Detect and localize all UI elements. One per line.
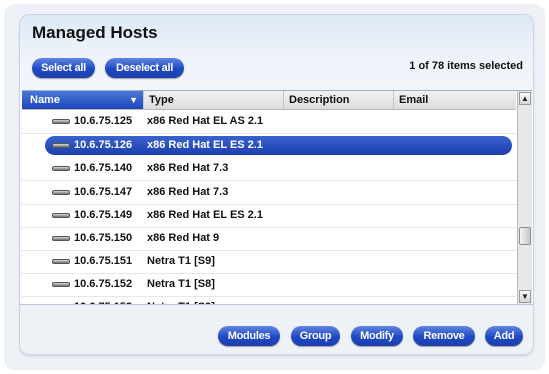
table-header: Name ▼ Type Description Email bbox=[22, 91, 516, 110]
managed-hosts-panel: Managed Hosts Select all Deselect all 1 … bbox=[20, 15, 533, 354]
host-name: 10.6.75.149 bbox=[74, 209, 133, 221]
table-row[interactable]: 10.6.75.147 x86 Red Hat 7.3 bbox=[22, 181, 516, 205]
host-type: Netra T1 [S9] bbox=[147, 296, 215, 304]
table-row-selected[interactable]: 10.6.75.126 x86 Red Hat EL ES 2.1 bbox=[22, 134, 516, 157]
host-icon bbox=[52, 119, 70, 124]
table-body: 10.6.75.125 x86 Red Hat EL AS 2.1 10.6.7… bbox=[22, 110, 516, 304]
host-icon bbox=[52, 213, 70, 218]
host-type: x86 Red Hat EL ES 2.1 bbox=[147, 139, 263, 151]
host-icon bbox=[52, 166, 70, 171]
host-type: x86 Red Hat EL AS 2.1 bbox=[147, 115, 264, 127]
table-row[interactable]: 10.6.75.125 x86 Red Hat EL AS 2.1 bbox=[22, 110, 516, 134]
page-title: Managed Hosts bbox=[32, 23, 158, 42]
host-name: 10.6.75.151 bbox=[74, 255, 133, 267]
hosts-table: Name ▼ Type Description Email 10.6.75.12… bbox=[22, 90, 532, 304]
group-button[interactable]: Group bbox=[291, 326, 340, 346]
host-name: 10.6.75.140 bbox=[74, 162, 133, 174]
host-type: x86 Red Hat 7.3 bbox=[147, 186, 229, 198]
column-header-type[interactable]: Type bbox=[144, 91, 284, 109]
column-header-name-label: Name bbox=[30, 94, 60, 106]
table-row[interactable]: 10.6.75.140 x86 Red Hat 7.3 bbox=[22, 157, 516, 181]
table-row[interactable]: 10.6.75.151 Netra T1 [S9] bbox=[22, 250, 516, 274]
table-row[interactable]: 10.6.75.153 Netra T1 [S9] bbox=[22, 296, 516, 304]
host-icon bbox=[52, 236, 70, 241]
modify-button[interactable]: Modify bbox=[351, 326, 403, 346]
host-name: 10.6.75.152 bbox=[74, 278, 133, 290]
column-header-description[interactable]: Description bbox=[284, 91, 394, 109]
modules-button[interactable]: Modules bbox=[218, 326, 280, 346]
table-row[interactable]: 10.6.75.149 x86 Red Hat EL ES 2.1 bbox=[22, 204, 516, 228]
window-background: Managed Hosts Select all Deselect all 1 … bbox=[4, 4, 545, 370]
host-name: 10.6.75.153 bbox=[74, 296, 132, 304]
host-type: x86 Red Hat 7.3 bbox=[147, 162, 229, 174]
host-icon bbox=[52, 282, 70, 287]
host-type: x86 Red Hat 9 bbox=[147, 232, 220, 244]
host-type: Netra T1 [S8] bbox=[147, 278, 215, 290]
host-icon bbox=[52, 259, 70, 264]
host-type: x86 Red Hat EL ES 2.1 bbox=[147, 209, 263, 221]
host-icon bbox=[52, 190, 70, 195]
host-name: 10.6.75.126 bbox=[74, 139, 133, 151]
select-all-button[interactable]: Select all bbox=[32, 58, 95, 78]
sort-descending-icon: ▼ bbox=[129, 95, 138, 105]
scrollbar-thumb[interactable] bbox=[519, 227, 531, 245]
action-bar: Modules Group Modify Remove Add bbox=[20, 304, 533, 354]
remove-button[interactable]: Remove bbox=[413, 326, 475, 346]
host-type: Netra T1 [S9] bbox=[147, 255, 215, 267]
host-name: 10.6.75.147 bbox=[74, 186, 133, 198]
add-button[interactable]: Add bbox=[485, 326, 523, 346]
scroll-up-icon[interactable]: ▲ bbox=[519, 92, 531, 105]
host-icon bbox=[52, 143, 70, 148]
deselect-all-button[interactable]: Deselect all bbox=[105, 58, 184, 78]
table-row[interactable]: 10.6.75.152 Netra T1 [S8] bbox=[22, 273, 516, 297]
column-header-email[interactable]: Email bbox=[394, 91, 516, 109]
host-name: 10.6.75.125 bbox=[74, 115, 133, 127]
host-name: 10.6.75.150 bbox=[74, 232, 133, 244]
selection-count: 1 of 78 items selected bbox=[409, 60, 523, 72]
vertical-scrollbar[interactable]: ▲ ▼ bbox=[517, 91, 532, 304]
column-header-name[interactable]: Name ▼ bbox=[22, 91, 144, 109]
table-row[interactable]: 10.6.75.150 x86 Red Hat 9 bbox=[22, 227, 516, 251]
scroll-down-icon[interactable]: ▼ bbox=[519, 290, 531, 303]
